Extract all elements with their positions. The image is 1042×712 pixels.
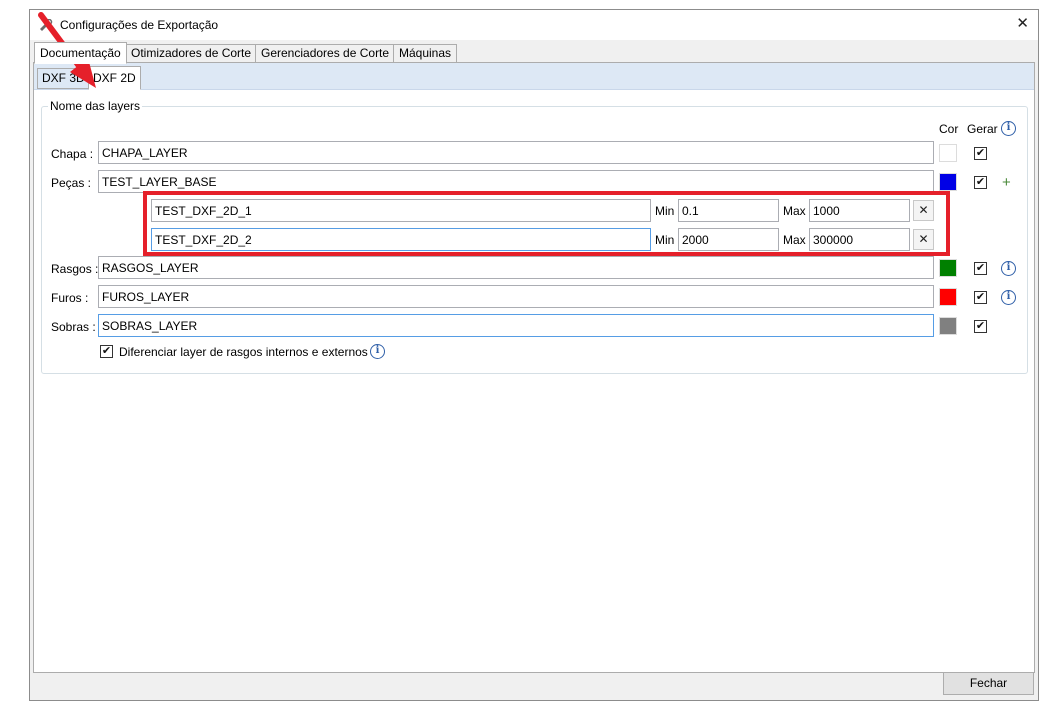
- add-sublayer-icon[interactable]: +: [1002, 175, 1011, 190]
- sublayer-2-min-label: Min: [655, 233, 675, 247]
- pecas-layer-input[interactable]: [98, 170, 934, 193]
- furos-gerar-checkbox[interactable]: ✔: [974, 291, 987, 304]
- window-close-button[interactable]: ✕: [1016, 14, 1029, 32]
- sublayer-2-remove-button[interactable]: ✕: [913, 229, 934, 250]
- sublayer-2-min-input[interactable]: [678, 228, 779, 251]
- sublayer-1-remove-button[interactable]: ✕: [913, 200, 934, 221]
- sobras-label: Sobras :: [51, 320, 96, 334]
- tab-documentacao[interactable]: Documentação: [34, 42, 127, 64]
- rasgos-info-icon[interactable]: i: [1001, 261, 1016, 276]
- sublayer-1-min-input[interactable]: [678, 199, 779, 222]
- rasgos-layer-input[interactable]: [98, 256, 934, 279]
- furos-info-icon[interactable]: i: [1001, 290, 1016, 305]
- sublayer-2-name-input[interactable]: [151, 228, 651, 251]
- subtab-dxf-2d[interactable]: DXF 2D: [88, 66, 141, 90]
- gerar-info-icon[interactable]: i: [1001, 121, 1016, 136]
- furos-label: Furos :: [51, 291, 89, 305]
- pecas-color-swatch[interactable]: [939, 173, 957, 191]
- column-header-gerar: Gerar: [967, 122, 998, 136]
- group-title: Nome das layers: [48, 99, 143, 113]
- window-title: Configurações de Exportação: [60, 18, 219, 32]
- title-bar: Configurações de Exportação ✕: [30, 10, 1038, 40]
- furos-layer-input[interactable]: [98, 285, 934, 308]
- sublayer-2-max-input[interactable]: [809, 228, 910, 251]
- app-icon: [40, 19, 53, 31]
- differentiate-checkbox[interactable]: ✔: [100, 345, 113, 358]
- subtab-dxf-3d[interactable]: DXF 3D: [37, 68, 90, 89]
- fechar-button[interactable]: Fechar: [943, 672, 1034, 695]
- chapa-label: Chapa :: [51, 147, 94, 161]
- sublayer-1-name-input[interactable]: [151, 199, 651, 222]
- differentiate-info-icon[interactable]: i: [370, 344, 385, 359]
- rasgos-gerar-checkbox[interactable]: ✔: [974, 262, 987, 275]
- layer-names-group: Nome das layers Cor Gerar i Chapa : ✔ Pe…: [41, 99, 1028, 374]
- sublayer-1-min-label: Min: [655, 204, 675, 218]
- furos-color-swatch[interactable]: [939, 288, 957, 306]
- sobras-color-swatch[interactable]: [939, 317, 957, 335]
- chapa-color-swatch[interactable]: [939, 144, 957, 162]
- tab-otimizadores-de-corte[interactable]: Otimizadores de Corte: [125, 44, 258, 63]
- chapa-layer-input[interactable]: [98, 141, 934, 164]
- pecas-gerar-checkbox[interactable]: ✔: [974, 176, 987, 189]
- differentiate-label[interactable]: Diferenciar layer de rasgos internos e e…: [119, 345, 368, 359]
- sobras-gerar-checkbox[interactable]: ✔: [974, 320, 987, 333]
- rasgos-color-swatch[interactable]: [939, 259, 957, 277]
- documentacao-panel: DXF 3D DXF 2D Nome das layers Cor Gerar …: [33, 62, 1035, 673]
- column-header-cor: Cor: [939, 122, 959, 136]
- chapa-gerar-checkbox[interactable]: ✔: [974, 147, 987, 160]
- sublayer-1-max-input[interactable]: [809, 199, 910, 222]
- tab-gerenciadores-de-corte[interactable]: Gerenciadores de Corte: [255, 44, 396, 63]
- sobras-layer-input[interactable]: [98, 314, 934, 337]
- sublayer-2-max-label: Max: [783, 233, 806, 247]
- export-settings-window: Configurações de Exportação ✕ Documentaç…: [29, 9, 1039, 701]
- pecas-label: Peças :: [51, 176, 92, 190]
- sublayer-1-max-label: Max: [783, 204, 806, 218]
- sub-tabs-bar: DXF 3D DXF 2D: [34, 63, 1034, 90]
- tab-maquinas[interactable]: Máquinas: [393, 44, 458, 63]
- rasgos-label: Rasgos :: [51, 262, 99, 276]
